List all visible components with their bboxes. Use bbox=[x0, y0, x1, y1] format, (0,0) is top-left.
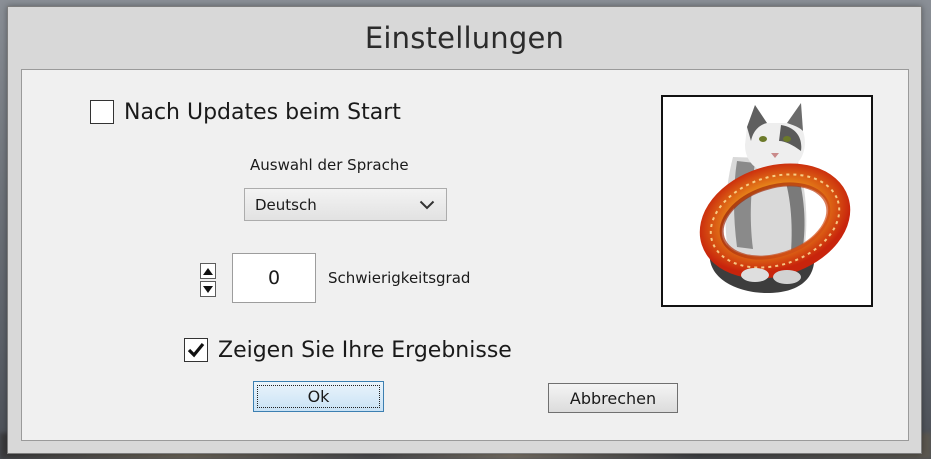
chevron-down-icon bbox=[416, 197, 438, 213]
difficulty-spinner bbox=[200, 263, 218, 297]
ok-button-label: Ok bbox=[307, 387, 330, 406]
updates-checkbox-label[interactable]: Nach Updates beim Start bbox=[124, 100, 401, 125]
language-label: Auswahl der Sprache bbox=[250, 156, 409, 174]
arrow-down-icon bbox=[203, 285, 213, 293]
results-checkbox-label[interactable]: Zeigen Sie Ihre Ergebnisse bbox=[218, 338, 512, 363]
checkmark-icon bbox=[187, 342, 205, 358]
language-select[interactable]: Deutsch bbox=[244, 188, 447, 221]
cat-ring-illustration bbox=[699, 103, 851, 293]
updates-checkbox[interactable] bbox=[90, 100, 114, 124]
settings-dialog: Einstellungen Nach Updates beim Start Au… bbox=[7, 6, 922, 454]
dialog-content: Nach Updates beim Start Auswahl der Spra… bbox=[21, 69, 909, 441]
title-bar[interactable]: Einstellungen bbox=[8, 7, 921, 69]
spin-up-button[interactable] bbox=[200, 263, 216, 279]
ok-button[interactable]: Ok bbox=[253, 381, 384, 412]
cat-ring-image bbox=[661, 95, 873, 307]
cancel-button[interactable]: Abbrechen bbox=[548, 383, 678, 413]
results-checkbox[interactable] bbox=[184, 338, 208, 362]
language-select-value: Deutsch bbox=[255, 195, 317, 214]
difficulty-label: Schwierigkeitsgrad bbox=[328, 269, 471, 287]
difficulty-input[interactable]: 0 bbox=[232, 253, 316, 303]
dialog-title: Einstellungen bbox=[364, 21, 565, 55]
cancel-button-label: Abbrechen bbox=[569, 388, 657, 408]
spin-down-button[interactable] bbox=[200, 281, 216, 297]
arrow-up-icon bbox=[203, 267, 213, 275]
